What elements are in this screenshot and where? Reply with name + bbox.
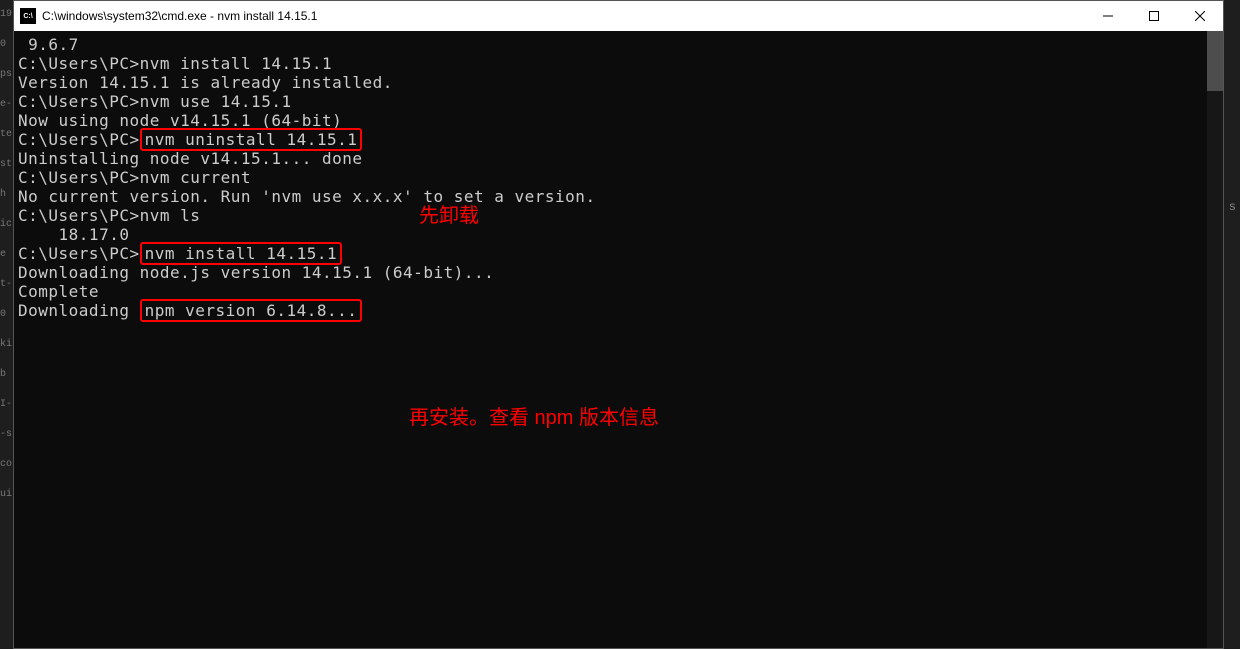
term-line: 9.6.7 (18, 35, 1223, 54)
window-title: C:\windows\system32\cmd.exe - nvm instal… (42, 9, 1085, 23)
term-line: C:\Users\PC>nvm install 14.15.1 (18, 54, 1223, 73)
term-line: C:\Users\PC>nvm install 14.15.1 (18, 244, 1223, 263)
cmd-icon: C:\ (20, 8, 36, 24)
maximize-button[interactable] (1131, 1, 1177, 31)
term-line: Downloading node.js version 14.15.1 (64-… (18, 263, 1223, 282)
highlight-box-install: nvm install 14.15.1 (140, 242, 343, 265)
minimize-button[interactable] (1085, 1, 1131, 31)
cmd-window: C:\ C:\windows\system32\cmd.exe - nvm in… (13, 0, 1224, 649)
highlight-box-uninstall: nvm uninstall 14.15.1 (140, 128, 363, 151)
terminal-output[interactable]: 9.6.7 C:\Users\PC>nvm install 14.15.1 Ve… (14, 31, 1223, 648)
term-line: Version 14.15.1 is already installed. (18, 73, 1223, 92)
terminal-scrollbar[interactable] (1207, 31, 1223, 648)
annotation-install: 再安装。查看 npm 版本信息 (409, 409, 659, 428)
term-line: Downloading npm version 6.14.8... (18, 301, 1223, 320)
window-titlebar[interactable]: C:\ C:\windows\system32\cmd.exe - nvm in… (14, 1, 1223, 31)
right-edge-text: s (1229, 200, 1236, 214)
term-line: C:\Users\PC>nvm ls (18, 206, 1223, 225)
term-line: C:\Users\PC>nvm uninstall 14.15.1 (18, 130, 1223, 149)
term-line: C:\Users\PC>nvm use 14.15.1 (18, 92, 1223, 111)
terminal-scrollbar-thumb[interactable] (1207, 31, 1223, 91)
highlight-box-npm: npm version 6.14.8... (140, 299, 363, 322)
window-controls (1085, 1, 1223, 31)
term-line: C:\Users\PC>nvm current (18, 168, 1223, 187)
term-line: Uninstalling node v14.15.1... done (18, 149, 1223, 168)
term-line: No current version. Run 'nvm use x.x.x' … (18, 187, 1223, 206)
annotation-uninstall: 先卸载 (419, 207, 479, 226)
editor-gutter: 19 0 ps e- te st h ic e t- 0 ki b I- -s … (0, 0, 13, 649)
close-button[interactable] (1177, 1, 1223, 31)
right-edge: s (1224, 0, 1240, 649)
